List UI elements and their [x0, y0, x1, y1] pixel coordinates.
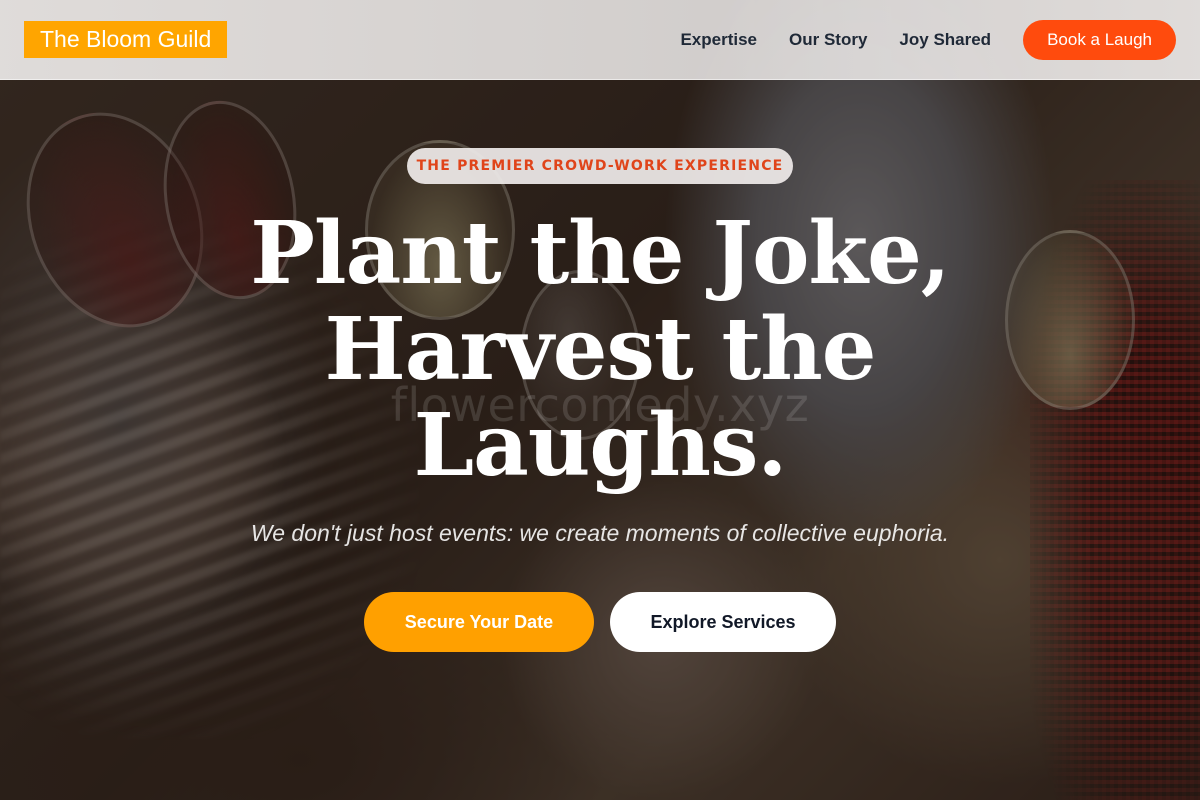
explore-services-button[interactable]: Explore Services	[610, 592, 836, 652]
headline-line: Plant the Joke,	[250, 203, 950, 304]
headline-line: Laughs.	[413, 395, 788, 496]
hero-eyebrow-badge: THE PREMIER CROWD-WORK EXPERIENCE	[407, 148, 793, 184]
secure-your-date-button[interactable]: Secure Your Date	[364, 592, 594, 652]
hero-headline: Plant the Joke, Harvest the Laughs.	[0, 206, 1200, 494]
headline-line: Harvest the	[324, 299, 876, 400]
hero-subheading: We don't just host events: we create mom…	[250, 520, 950, 546]
hero-section: THE PREMIER CROWD-WORK EXPERIENCE flower…	[0, 0, 1200, 800]
